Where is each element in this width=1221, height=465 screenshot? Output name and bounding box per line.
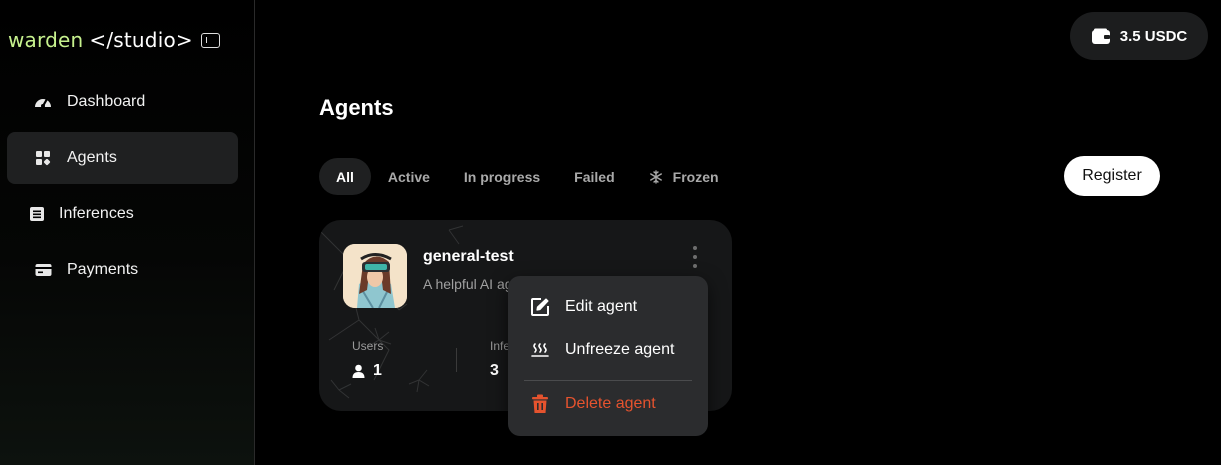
sidebar-item-payments[interactable]: Payments (7, 244, 238, 296)
sidebar-item-dashboard[interactable]: Dashboard (7, 76, 238, 128)
page-title: Agents (319, 95, 394, 120)
brand-logo-warden: warden (8, 28, 84, 52)
menu-item-label: Unfreeze agent (565, 341, 675, 358)
user-icon (352, 364, 365, 378)
tab-active[interactable]: Active (371, 158, 447, 195)
inferences-stat-value: 3 (490, 362, 499, 379)
brand-logo-studio: </studio> (89, 28, 193, 52)
sidebar-item-label: Payments (67, 261, 139, 278)
agent-name: general-test (423, 248, 514, 265)
register-button[interactable]: Register (1064, 156, 1160, 196)
tab-failed[interactable]: Failed (557, 158, 631, 195)
sidebar-item-label: Inferences (59, 205, 134, 222)
tab-label: Active (387, 168, 430, 185)
grid-icon (34, 149, 52, 167)
more-options-icon[interactable] (685, 246, 705, 268)
filter-tabs: All Active In progress Failed Frozen (319, 158, 736, 195)
sidebar-toggle-icon[interactable] (200, 32, 220, 48)
sidebar: warden </studio> Dashboard Agents Infere… (0, 0, 255, 465)
tab-label: All (336, 168, 354, 185)
menu-divider (524, 380, 692, 381)
edit-icon (529, 297, 551, 317)
tab-in-progress[interactable]: In progress (447, 158, 557, 195)
snowflake-icon (649, 169, 663, 184)
agent-context-menu: Edit agent Unfreeze agent Delete agent (508, 276, 708, 436)
menu-item-label: Delete agent (565, 395, 656, 412)
trash-icon (529, 394, 551, 414)
sidebar-item-label: Agents (67, 149, 117, 166)
menu-item-label: Edit agent (565, 298, 638, 315)
users-stat-label: Users (352, 339, 384, 353)
unfreeze-agent-menu-item[interactable]: Unfreeze agent (529, 341, 674, 359)
agent-avatar (343, 244, 407, 308)
wallet-balance-button[interactable]: 3.5 USDC (1070, 12, 1208, 60)
brand-logo[interactable]: warden </studio> (8, 28, 220, 52)
delete-agent-menu-item[interactable]: Delete agent (529, 394, 656, 414)
users-stat-value: 1 (373, 362, 382, 379)
inferences-stat-label: Infe (490, 339, 511, 353)
wallet-icon (1091, 28, 1111, 45)
sidebar-nav: Dashboard Agents Inferences Payments (7, 76, 238, 300)
sidebar-item-inferences[interactable]: Inferences (7, 188, 238, 240)
heat-icon (529, 342, 551, 358)
wallet-balance-text: 3.5 USDC (1119, 27, 1188, 45)
edit-agent-menu-item[interactable]: Edit agent (529, 297, 637, 317)
users-stat: 1 (352, 362, 382, 380)
sidebar-item-agents[interactable]: Agents (7, 132, 238, 184)
tab-label: Failed (574, 168, 615, 185)
gauge-icon (34, 93, 52, 111)
tab-frozen[interactable]: Frozen (632, 158, 736, 195)
card-icon (34, 261, 52, 279)
list-icon (28, 205, 46, 223)
tab-label: In progress (463, 168, 541, 185)
agent-description: A helpful AI ag (423, 276, 509, 292)
stat-divider (456, 348, 457, 372)
tab-all[interactable]: All (319, 158, 371, 195)
tab-label: Frozen (672, 168, 719, 185)
sidebar-item-label: Dashboard (67, 93, 146, 110)
